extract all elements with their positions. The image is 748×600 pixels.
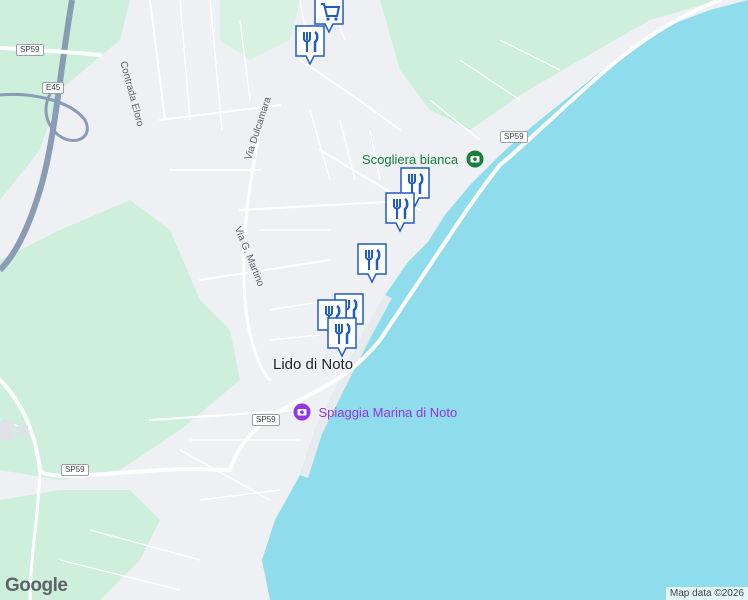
map-attribution[interactable]: Map data ©2026 (665, 587, 748, 600)
google-logo: Google (5, 575, 68, 596)
road-shield-sp59: SP59 (252, 414, 280, 426)
poi-label: Scogliera bianca (362, 152, 459, 167)
green-area (220, 0, 300, 60)
restaurant-icon[interactable] (356, 242, 388, 284)
camera-icon (466, 150, 484, 168)
map-canvas[interactable] (0, 0, 748, 600)
place-label-lido-di-noto: Lido di Noto (273, 356, 354, 373)
road-shield-sp59: SP59 (16, 44, 44, 56)
road-shield-sp59: SP59 (61, 464, 89, 476)
poi-label: Spiaggia Marina di Noto (318, 405, 458, 420)
restaurant-icon[interactable] (326, 316, 358, 358)
restaurant-icon[interactable] (384, 191, 416, 233)
restaurant-icon[interactable] (294, 24, 326, 66)
road-shield-e45: E45 (42, 82, 65, 94)
beach-icon (293, 403, 311, 421)
poi-spiaggia-marina-di-noto[interactable]: Spiaggia Marina di Noto (293, 403, 457, 422)
green-area (0, 200, 240, 480)
road-shield-sp59: SP59 (500, 131, 528, 143)
